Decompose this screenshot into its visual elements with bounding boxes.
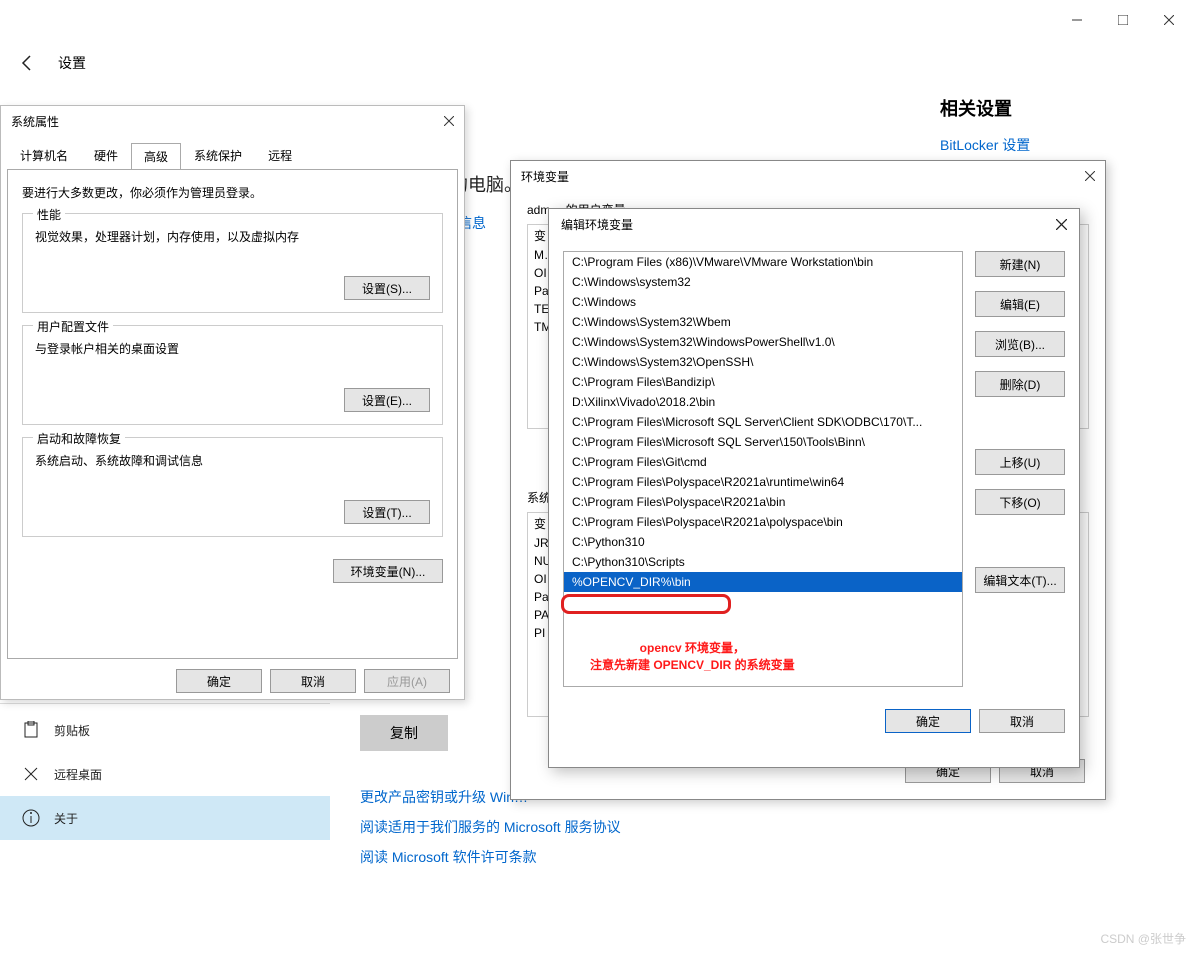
titlebar xyxy=(0,0,1200,40)
close-icon[interactable] xyxy=(444,116,454,126)
tab-remote[interactable]: 远程 xyxy=(255,142,305,169)
startup-settings-button[interactable]: 设置(T)... xyxy=(344,500,430,524)
system-properties-dialog: 系统属性 计算机名 硬件 高级 系统保护 远程 要进行大多数更改，你必须作为管理… xyxy=(0,105,465,700)
path-item[interactable]: C:\Python310 xyxy=(564,532,962,552)
tab-advanced[interactable]: 高级 xyxy=(131,143,181,170)
remote-icon xyxy=(22,765,40,783)
info-icon xyxy=(22,809,40,827)
tab-computername[interactable]: 计算机名 xyxy=(7,142,81,169)
sidebar-item-label: 远程桌面 xyxy=(54,766,102,783)
sidebar-item-label: 剪贴板 xyxy=(54,722,90,739)
browse-button[interactable]: 浏览(B)... xyxy=(975,331,1065,357)
back-icon[interactable] xyxy=(18,54,36,72)
path-item[interactable]: C:\Program Files\Microsoft SQL Server\Cl… xyxy=(564,412,962,432)
edit-environment-variable-dialog: 编辑环境变量 C:\Program Files (x86)\VMware\VMw… xyxy=(548,208,1080,768)
sidebar-remote[interactable]: 远程桌面 xyxy=(18,752,330,796)
clipboard-icon xyxy=(22,721,40,739)
group-title: 用户配置文件 xyxy=(33,318,113,335)
bitlocker-link[interactable]: BitLocker 设置 xyxy=(940,135,1170,155)
minimize-button[interactable] xyxy=(1054,4,1100,36)
performance-group: 性能 视觉效果，处理器计划，内存使用，以及虚拟内存 设置(S)... xyxy=(22,213,443,313)
maximize-button[interactable] xyxy=(1100,4,1146,36)
path-item[interactable]: C:\Python310\Scripts xyxy=(564,552,962,572)
cancel-button[interactable]: 取消 xyxy=(270,669,356,693)
settings-title: 设置 xyxy=(58,53,86,73)
path-item[interactable]: C:\Windows\System32\Wbem xyxy=(564,312,962,332)
path-item[interactable]: C:\Windows\system32 xyxy=(564,272,962,292)
edit-text-button[interactable]: 编辑文本(T)... xyxy=(975,567,1065,593)
path-item[interactable]: C:\Program Files\Git\cmd xyxy=(564,452,962,472)
dialog-title: 编辑环境变量 xyxy=(561,216,633,233)
annotation-text: opencv 环境变量， 注意先新建 OPENCV_DIR 的系统变量 xyxy=(590,640,795,674)
path-item[interactable]: C:\Program Files\Bandizip\ xyxy=(564,372,962,392)
path-list[interactable]: C:\Program Files (x86)\VMware\VMware Wor… xyxy=(563,251,963,687)
related-heading: 相关设置 xyxy=(940,95,1170,121)
admin-hint: 要进行大多数更改，你必须作为管理员登录。 xyxy=(22,184,443,201)
apply-button[interactable]: 应用(A) xyxy=(364,669,450,693)
group-text: 与登录帐户相关的桌面设置 xyxy=(35,340,430,357)
cancel-button[interactable]: 取消 xyxy=(979,709,1065,733)
path-item[interactable]: C:\Windows\System32\WindowsPowerShell\v1… xyxy=(564,332,962,352)
path-item[interactable]: C:\Program Files (x86)\VMware\VMware Wor… xyxy=(564,252,962,272)
sidebar-about[interactable]: 关于 xyxy=(0,796,330,840)
close-button[interactable] xyxy=(1146,4,1192,36)
group-text: 视觉效果，处理器计划，内存使用，以及虚拟内存 xyxy=(35,228,430,245)
move-down-button[interactable]: 下移(O) xyxy=(975,489,1065,515)
related-settings: 相关设置 BitLocker 设置 xyxy=(940,95,1170,165)
profile-settings-button[interactable]: 设置(E)... xyxy=(344,388,430,412)
dialog-title: 系统属性 xyxy=(11,113,59,130)
watermark: CSDN @张世争 xyxy=(1100,930,1186,947)
dialog-title: 环境变量 xyxy=(521,168,569,185)
path-item[interactable]: C:\Program Files\Microsoft SQL Server\15… xyxy=(564,432,962,452)
path-item[interactable]: C:\Program Files\Polyspace\R2021a\polysp… xyxy=(564,512,962,532)
copy-button[interactable]: 复制 xyxy=(360,715,448,751)
group-title: 启动和故障恢复 xyxy=(33,430,125,447)
sysprop-tabs: 计算机名 硬件 高级 系统保护 远程 xyxy=(1,136,464,169)
link-license-terms[interactable]: 阅读 Microsoft 软件许可条款 xyxy=(360,847,1170,867)
ok-button[interactable]: 确定 xyxy=(885,709,971,733)
delete-button[interactable]: 删除(D) xyxy=(975,371,1065,397)
path-item[interactable]: %OPENCV_DIR%\bin xyxy=(564,572,962,592)
sidebar-item-label: 关于 xyxy=(54,810,78,827)
perf-settings-button[interactable]: 设置(S)... xyxy=(344,276,430,300)
close-icon[interactable] xyxy=(1085,171,1095,181)
tab-hardware[interactable]: 硬件 xyxy=(81,142,131,169)
profile-group: 用户配置文件 与登录帐户相关的桌面设置 设置(E)... xyxy=(22,325,443,425)
path-item[interactable]: C:\Windows\System32\OpenSSH\ xyxy=(564,352,962,372)
env-var-button[interactable]: 环境变量(N)... xyxy=(333,559,443,583)
link-service-agreement[interactable]: 阅读适用于我们服务的 Microsoft 服务协议 xyxy=(360,817,1170,837)
path-item[interactable]: D:\Xilinx\Vivado\2018.2\bin xyxy=(564,392,962,412)
startup-group: 启动和故障恢复 系统启动、系统故障和调试信息 设置(T)... xyxy=(22,437,443,537)
path-item[interactable]: C:\Program Files\Polyspace\R2021a\runtim… xyxy=(564,472,962,492)
sidebar-clipboard[interactable]: 剪贴板 xyxy=(18,708,330,752)
close-icon[interactable] xyxy=(1056,219,1067,230)
group-title: 性能 xyxy=(33,206,65,223)
ok-button[interactable]: 确定 xyxy=(176,669,262,693)
move-up-button[interactable]: 上移(U) xyxy=(975,449,1065,475)
edit-button[interactable]: 编辑(E) xyxy=(975,291,1065,317)
path-item[interactable]: C:\Program Files\Polyspace\R2021a\bin xyxy=(564,492,962,512)
tab-protect[interactable]: 系统保护 xyxy=(181,142,255,169)
new-button[interactable]: 新建(N) xyxy=(975,251,1065,277)
path-item[interactable]: C:\Windows xyxy=(564,292,962,312)
group-text: 系统启动、系统故障和调试信息 xyxy=(35,452,430,469)
